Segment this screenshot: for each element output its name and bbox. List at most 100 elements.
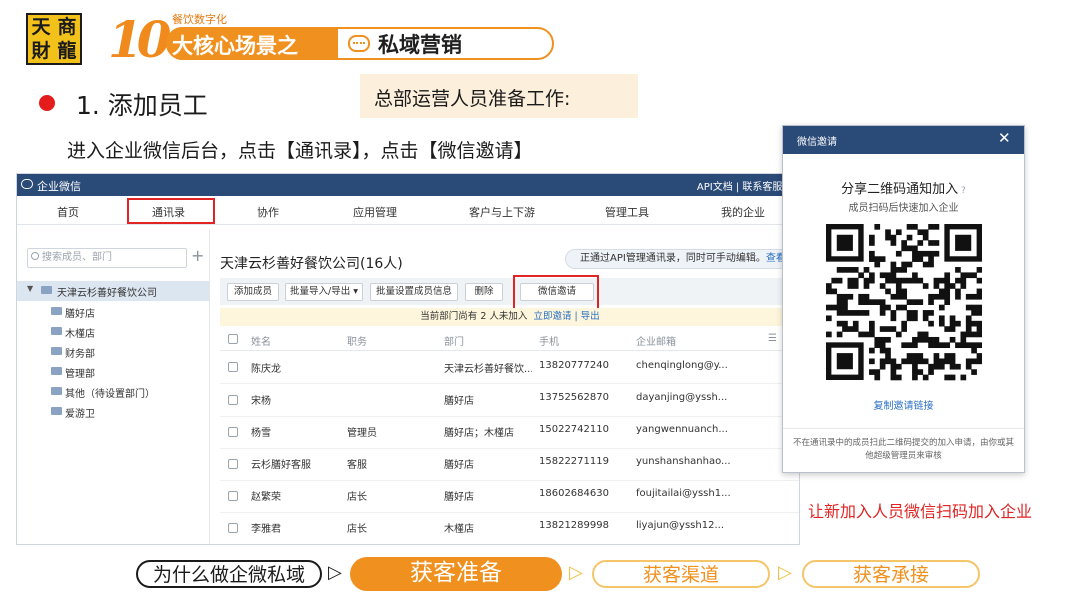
row-checkbox[interactable] [228, 427, 238, 437]
column-settings-icon[interactable]: ☰ [768, 333, 777, 344]
step-arrow-icon: ▷ [569, 562, 583, 583]
tree-child[interactable]: 财务部 [65, 345, 95, 360]
instruction-text: 进入企业微信后台，点击【通讯录】，点击【微信邀请】 [67, 140, 533, 162]
folder-icon [51, 387, 62, 395]
row-checkbox[interactable] [228, 362, 238, 372]
wework-top-bar [17, 174, 799, 196]
help-icon[interactable]: ? [958, 186, 966, 196]
folder-icon [51, 307, 62, 315]
step-arrow-icon: ▷ [778, 562, 792, 583]
col-name: 姓名 [251, 337, 271, 348]
add-dept-icon[interactable]: + [191, 246, 204, 265]
api-notice-text: 正通过API管理通讯录，同时可手动编辑。 [580, 253, 766, 264]
cell-dept: 木槿店 [444, 524, 474, 535]
tree-child[interactable]: 膳好店 [65, 305, 95, 320]
wework-admin-screenshot: 企业微信 API文档 | 联系客服 | 首页 通讯录 协作 应用管理 客户与上下… [16, 173, 800, 545]
header-banner-left-text: 大核心场景之 [172, 34, 298, 58]
search-icon [31, 252, 39, 260]
cell-phone: 13752562870 [539, 392, 609, 403]
chat-bubble-icon [348, 35, 370, 52]
nav-customers[interactable]: 客户与上下游 [469, 204, 535, 220]
cell-role: 店长 [347, 492, 367, 503]
tree-root-label[interactable]: 天津云杉善好餐饮公司 [57, 284, 157, 299]
folder-icon [51, 327, 62, 335]
big-ten-number: 10 [108, 10, 172, 69]
tree-expand-icon[interactable]: ▼ [27, 284, 33, 293]
section-title: 1. 添加员工 [76, 91, 208, 120]
header-small-tag: 餐饮数字化 [172, 13, 227, 26]
tree-child[interactable]: 爱游卫 [65, 405, 95, 420]
step-acquisition-handling[interactable]: 获客承接 [802, 560, 980, 588]
prep-label: 总部运营人员准备工作: [374, 88, 571, 110]
cell-phone: 18602684630 [539, 488, 609, 499]
copy-invite-link[interactable]: 复制邀请链接 [783, 397, 1024, 412]
nav-home[interactable]: 首页 [57, 204, 79, 220]
cell-email: foujitailai@yssh1... [636, 488, 731, 499]
nav-contacts[interactable]: 通讯录 [152, 204, 185, 220]
row-checkbox[interactable] [228, 459, 238, 469]
delete-button[interactable]: 删除 [465, 283, 503, 301]
cell-name: 李雅君 [251, 524, 281, 535]
cell-email: dayanjing@yssh... [636, 392, 728, 403]
cell-email: chenqinglong@y... [636, 360, 728, 371]
pending-notice-links[interactable]: 立即邀请 | 导出 [533, 311, 599, 322]
cell-dept: 膳好店 [444, 492, 474, 503]
nav-my-company[interactable]: 我的企业 [721, 204, 765, 220]
tree-child[interactable]: 管理部 [65, 365, 95, 380]
wechat-invite-button[interactable]: 微信邀请 [520, 283, 594, 301]
step-acquisition-prep[interactable]: 获客准备 [350, 557, 562, 591]
dialog-footer: 不在通讯录中的成员扫此二维码提交的加入申请，由你或其他超级管理员来审核 [792, 438, 1014, 461]
tree-child[interactable]: 木槿店 [65, 325, 95, 340]
cell-phone: 15822271119 [539, 456, 609, 467]
row-checkbox[interactable] [228, 491, 238, 501]
col-email: 企业邮箱 [636, 337, 676, 348]
wework-app-name: 企业微信 [37, 180, 81, 193]
nav-tools[interactable]: 管理工具 [605, 204, 649, 220]
select-all-checkbox[interactable] [228, 334, 238, 344]
nav-collab[interactable]: 协作 [257, 204, 279, 220]
folder-icon [51, 347, 62, 355]
close-icon[interactable]: ✕ [998, 129, 1011, 147]
cell-name: 云杉膳好客服 [251, 460, 311, 471]
col-title: 职务 [347, 337, 367, 348]
cell-dept: 膳好店 [444, 460, 474, 471]
batch-set-info-button[interactable]: 批量设置成员信息 [370, 283, 458, 301]
step-acquisition-channels[interactable]: 获客渠道 [592, 560, 770, 588]
cell-dept: 天津云杉善好餐饮... [444, 364, 532, 375]
bullet-dot [39, 95, 55, 111]
logo-char: 財 [31, 39, 51, 62]
batch-import-export-button[interactable]: 批量导入/导出 ▾ [285, 283, 363, 301]
row-checkbox[interactable] [228, 523, 238, 533]
member-table-header [220, 328, 799, 351]
logo-char: 龍 [57, 39, 77, 62]
step-arrow-icon: ▷ [328, 562, 342, 583]
logo-char: 天 [31, 15, 51, 38]
api-notice: 正通过API管理通讯录，同时可手动编辑。查看 [565, 249, 790, 269]
dialog-subtitle: 成员扫码后快速加入企业 [848, 203, 959, 214]
tree-child[interactable]: 其他（待设置部门） [65, 385, 155, 400]
add-member-button[interactable]: 添加成员 [227, 283, 279, 301]
step-why-private-domain[interactable]: 为什么做企微私域 [136, 560, 322, 588]
cell-role: 客服 [347, 460, 367, 471]
folder-icon [51, 367, 62, 375]
cell-dept: 膳好店 [444, 396, 474, 407]
tianshanglong-logo: 天 商 財 龍 [26, 13, 82, 65]
cell-dept: 膳好店；木槿店 [444, 428, 514, 439]
cell-email: liyajun@yssh12... [636, 520, 724, 531]
row-checkbox[interactable] [228, 395, 238, 405]
scan-instruction-note: 让新加入人员微信扫码加入企业 [808, 502, 1033, 521]
cell-email: yunshanshanhao... [636, 456, 731, 467]
pending-notice: 当前部门尚有 2 人未加入 立即邀请 | 导出 [220, 308, 799, 326]
cell-email: yangwennuanch... [636, 424, 728, 435]
cell-role: 店长 [347, 524, 367, 535]
dialog-title: 微信邀请 [797, 137, 837, 148]
dialog-divider [783, 428, 1024, 429]
header-banner-right-text: 私域营销 [378, 33, 462, 57]
pending-notice-text: 当前部门尚有 2 人未加入 [420, 311, 528, 322]
nav-apps[interactable]: 应用管理 [353, 204, 397, 220]
cell-phone: 15022742110 [539, 424, 609, 435]
wework-top-links[interactable]: API文档 | 联系客服 | [697, 178, 789, 193]
member-search-input[interactable]: 搜索成员、部门 [27, 248, 187, 268]
invite-qr-code [826, 224, 982, 381]
col-dept: 部门 [444, 337, 464, 348]
